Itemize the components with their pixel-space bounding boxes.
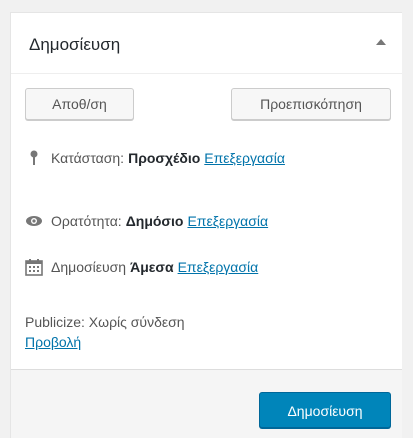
publish-box: Δημοσίευση Αποθ/ση Προεπισκόπηση Κατάστα… bbox=[10, 12, 402, 438]
status-value: Προσχέδιο bbox=[128, 150, 201, 166]
edit-visibility-link[interactable]: Επεξεργασία bbox=[187, 213, 268, 229]
publicize-status: Publicize: Χωρίς σύνδεση bbox=[25, 314, 185, 330]
schedule-row: Δημοσίευση Άμεσα Επεξεργασία bbox=[25, 258, 258, 276]
publish-actions-footer: Δημοσίευση bbox=[11, 369, 402, 438]
publish-button[interactable]: Δημοσίευση bbox=[259, 392, 391, 428]
publish-box-header[interactable]: Δημοσίευση bbox=[11, 13, 402, 74]
edit-schedule-link[interactable]: Επεξεργασία bbox=[178, 259, 259, 275]
calendar-icon bbox=[25, 258, 43, 276]
schedule-value: Άμεσα bbox=[130, 259, 174, 275]
status-row: Κατάσταση: Προσχέδιο Επεξεργασία bbox=[25, 149, 285, 167]
triangle-up-icon[interactable] bbox=[376, 39, 386, 45]
visibility-row: Ορατότητα: Δημόσιο Επεξεργασία bbox=[25, 212, 268, 230]
pin-icon bbox=[25, 149, 43, 167]
status-label: Κατάσταση: bbox=[51, 150, 125, 166]
visibility-value: Δημόσιο bbox=[125, 213, 184, 229]
schedule-label: Δημοσίευση bbox=[51, 259, 127, 275]
edit-status-link[interactable]: Επεξεργασία bbox=[204, 150, 285, 166]
eye-icon bbox=[25, 212, 43, 230]
save-draft-button[interactable]: Αποθ/ση bbox=[25, 88, 134, 120]
preview-button[interactable]: Προεπισκόπηση bbox=[231, 88, 391, 120]
visibility-label: Ορατότητα: bbox=[51, 213, 122, 229]
publicize-view-link[interactable]: Προβολή bbox=[25, 334, 81, 350]
publish-box-title: Δημοσίευση bbox=[29, 35, 121, 54]
